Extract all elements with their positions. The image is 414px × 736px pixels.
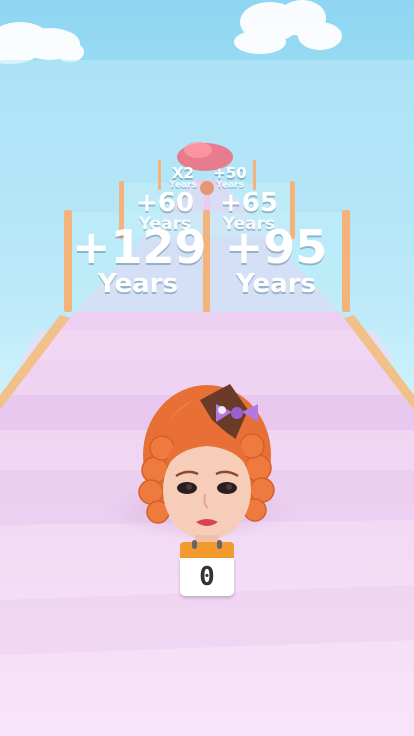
calendar-icon: 0: [180, 540, 234, 596]
gate-near-left: +129 Years: [72, 220, 207, 299]
age-counter: 0: [199, 562, 215, 592]
gate-near-right-value: +95: [224, 220, 328, 274]
game-scene[interactable]: X2 Years +50 Years +60 Years +65 Years +…: [0, 0, 414, 736]
gate-near-left-value: +129: [72, 220, 207, 274]
gate-far-left-value: X2: [171, 164, 194, 182]
gate-near-right: +95 Years: [210, 224, 342, 298]
gate-far-right-value: +50: [213, 164, 247, 182]
gate-far-right: +50 Years: [212, 166, 248, 190]
cloud-icon: [234, 0, 342, 54]
world-background: [0, 0, 414, 736]
gate-far-left: X2 Years: [168, 166, 198, 190]
cloud-icon: [0, 22, 84, 64]
gate-mid-right-value: +65: [220, 188, 278, 218]
gate-mid-left-value: +60: [136, 188, 194, 218]
gate-near-right-unit: Years: [236, 269, 316, 299]
gate-near-left-unit: Years: [98, 269, 178, 299]
